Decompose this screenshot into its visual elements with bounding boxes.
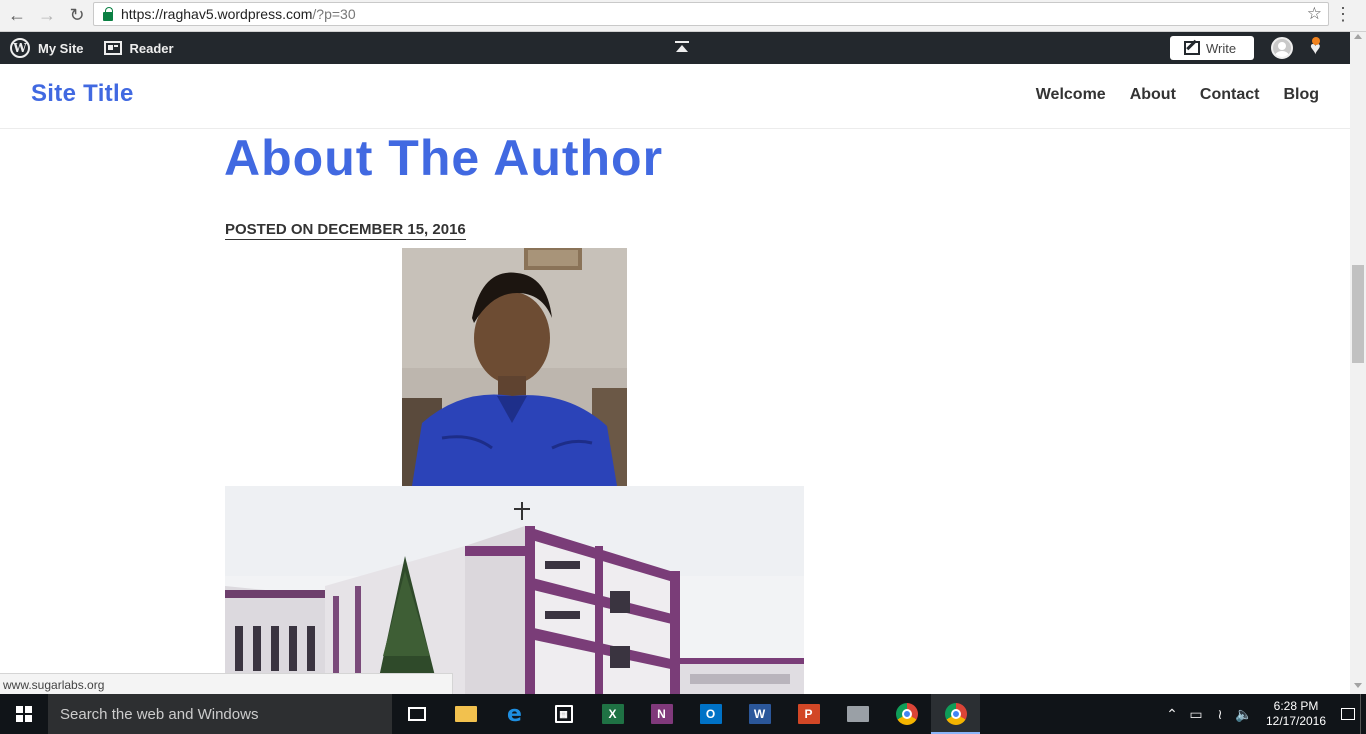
chevron-up-icon[interactable]: ⌃ [1160, 706, 1184, 723]
bookmark-star-icon[interactable]: ☆ [1307, 4, 1322, 24]
link-status-bubble: www.sugarlabs.org [0, 673, 453, 694]
wifi-icon[interactable]: ≀ [1208, 706, 1232, 723]
action-center-icon[interactable] [1336, 694, 1360, 734]
write-label: Write [1206, 40, 1237, 56]
edge-icon[interactable]: e [490, 694, 539, 734]
browser-menu-icon[interactable]: ⋮ [1334, 4, 1352, 24]
school-building-photo[interactable] [225, 486, 804, 694]
scroll-up-icon[interactable] [1354, 34, 1362, 39]
browser-toolbar: ← → ↻ https://raghav5.wordpress.com/?p=3… [0, 0, 1366, 32]
back-icon[interactable]: ← [4, 3, 30, 29]
post-content: About The Author POSTED ON DECEMBER 15, 2… [0, 129, 1350, 694]
author-photo[interactable] [402, 248, 627, 486]
system-tray: ⌃ ▭ ≀ 🔈 6:28 PM 12/17/2016 [1160, 694, 1366, 734]
store-icon[interactable]: ▦ [539, 694, 588, 734]
taskbar-apps: e ▦ X N O W P [392, 694, 980, 734]
write-button[interactable]: Write [1170, 36, 1254, 60]
address-bar[interactable]: https://raghav5.wordpress.com/?p=30 ☆ [93, 2, 1329, 26]
chrome-icon[interactable] [882, 694, 931, 734]
task-view-icon[interactable] [392, 694, 441, 734]
onenote-icon[interactable]: N [637, 694, 686, 734]
wordpress-logo-icon: W [10, 38, 30, 58]
nav-contact[interactable]: Contact [1200, 86, 1260, 104]
volume-icon[interactable]: 🔈 [1232, 706, 1256, 723]
windows-logo-icon [16, 706, 32, 722]
forward-icon[interactable]: → [34, 3, 60, 29]
windows-taskbar: Search the web and Windows e ▦ X N O W P… [0, 694, 1366, 734]
site-title[interactable]: Site Title [31, 80, 134, 108]
main-nav: Welcome About Contact Blog [1036, 86, 1319, 104]
file-explorer-icon[interactable] [441, 694, 490, 734]
powerpoint-icon[interactable]: P [784, 694, 833, 734]
posted-on[interactable]: POSTED ON DECEMBER 15, 2016 [225, 221, 466, 240]
notifications-button[interactable]: ♥ [1310, 37, 1330, 59]
reader-label: Reader [129, 40, 174, 56]
nav-blog[interactable]: Blog [1283, 86, 1319, 104]
post-title: About The Author [224, 130, 664, 186]
wp-admin-bar: W My Site Reader Write ♥ [0, 32, 1350, 64]
notification-badge [1312, 37, 1320, 45]
posted-on-label: POSTED ON [225, 221, 314, 238]
my-site-label: My Site [38, 40, 84, 56]
app-grid-icon[interactable] [833, 694, 882, 734]
scroll-thumb[interactable] [1352, 265, 1364, 363]
reader-icon [103, 41, 122, 55]
taskbar-search[interactable]: Search the web and Windows [48, 694, 392, 734]
post-date: DECEMBER 15, 2016 [317, 221, 466, 238]
lock-icon [103, 6, 113, 21]
word-icon[interactable]: W [735, 694, 784, 734]
page-scrollbar[interactable] [1350, 32, 1366, 694]
show-desktop-button[interactable] [1360, 694, 1366, 734]
outlook-icon[interactable]: O [686, 694, 735, 734]
clock[interactable]: 6:28 PM 12/17/2016 [1256, 699, 1336, 729]
site-header: Site Title Welcome About Contact Blog [0, 64, 1350, 129]
avatar[interactable] [1271, 37, 1293, 59]
collapse-bar-icon[interactable] [675, 41, 689, 55]
start-button[interactable] [0, 694, 48, 734]
reload-icon[interactable]: ↻ [64, 3, 90, 29]
battery-icon[interactable]: ▭ [1184, 706, 1208, 723]
chrome-active-icon[interactable] [931, 694, 980, 734]
excel-icon[interactable]: X [588, 694, 637, 734]
reader-button[interactable]: Reader [94, 32, 184, 64]
nav-about[interactable]: About [1130, 86, 1176, 104]
pencil-icon [1184, 41, 1200, 55]
my-site-button[interactable]: W My Site [0, 32, 94, 64]
nav-welcome[interactable]: Welcome [1036, 86, 1106, 104]
url-text: https://raghav5.wordpress.com/?p=30 [121, 6, 356, 22]
scroll-down-icon[interactable] [1354, 683, 1362, 688]
clock-date: 12/17/2016 [1265, 714, 1327, 728]
clock-time: 6:28 PM [1273, 699, 1319, 713]
